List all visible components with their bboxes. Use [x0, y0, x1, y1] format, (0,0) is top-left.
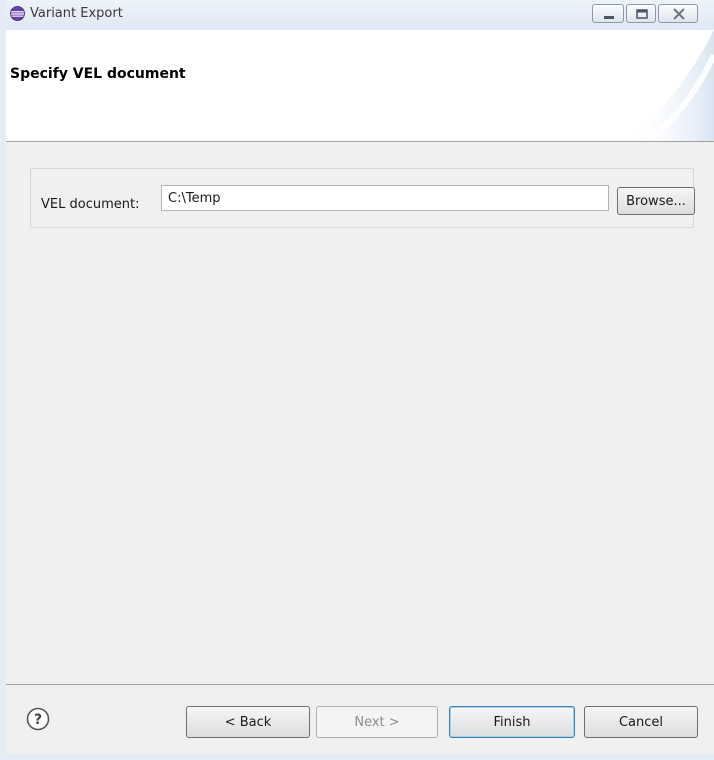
browse-button[interactable]: Browse... — [617, 187, 695, 215]
maximize-icon — [636, 9, 648, 19]
question-circle-icon[interactable]: ? — [26, 707, 50, 731]
window-title: Variant Export — [30, 6, 123, 21]
maximize-button[interactable] — [626, 4, 656, 23]
close-icon — [673, 8, 685, 20]
wizard-header: Specify VEL document — [6, 30, 714, 142]
close-button[interactable] — [658, 4, 698, 23]
minimize-button[interactable] — [592, 4, 624, 23]
next-button[interactable]: Next > — [316, 706, 438, 738]
svg-text:?: ? — [34, 712, 42, 728]
page-title: Specify VEL document — [10, 66, 186, 82]
cancel-button[interactable]: Cancel — [584, 706, 698, 738]
vel-document-label: VEL document: — [41, 197, 140, 212]
footer-separator — [6, 684, 714, 685]
finish-button[interactable]: Finish — [449, 706, 575, 738]
vel-document-input[interactable] — [161, 185, 609, 211]
title-bar[interactable]: Variant Export — [6, 0, 714, 30]
header-banner-graphic — [628, 30, 714, 141]
dialog-window: Variant Export Specify VEL document VEL … — [0, 0, 714, 760]
eclipse-icon — [10, 6, 25, 21]
back-button[interactable]: < Back — [186, 706, 310, 738]
minimize-icon — [604, 16, 614, 19]
